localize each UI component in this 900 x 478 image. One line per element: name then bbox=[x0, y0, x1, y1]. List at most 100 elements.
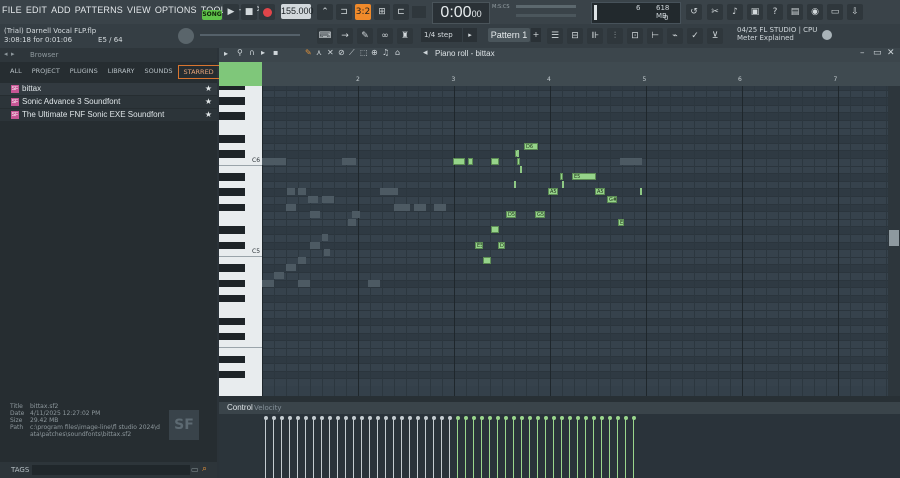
black-key[interactable] bbox=[219, 355, 245, 364]
velocity-bar[interactable] bbox=[303, 416, 308, 478]
browser-item[interactable]: SF bittax ★ bbox=[0, 83, 217, 95]
velocity-bar[interactable] bbox=[623, 416, 628, 478]
tab-starred[interactable]: STARRED bbox=[177, 65, 220, 79]
slice-icon[interactable]: ⟋ bbox=[349, 48, 355, 58]
velocity-bar[interactable] bbox=[431, 416, 436, 478]
velocity-bar[interactable] bbox=[383, 416, 388, 478]
velocity-bar[interactable] bbox=[503, 416, 508, 478]
add-pattern-icon[interactable]: + bbox=[531, 28, 541, 42]
tab-library[interactable]: LIBRARY bbox=[103, 64, 140, 79]
velocity-bar[interactable] bbox=[343, 416, 348, 478]
velocity-bar[interactable] bbox=[271, 416, 276, 478]
star-icon[interactable]: ★ bbox=[205, 109, 212, 121]
note[interactable] bbox=[468, 158, 473, 165]
browser-back-icon[interactable]: ◂ bbox=[4, 50, 8, 58]
piano-roll-corner[interactable] bbox=[219, 62, 262, 86]
pencil-icon[interactable]: ✎ bbox=[357, 28, 373, 44]
close-icon[interactable]: ✕ bbox=[887, 48, 895, 58]
plugin-icon[interactable]: ▤ bbox=[787, 4, 803, 20]
delete-icon[interactable]: ✕ bbox=[327, 48, 334, 57]
options-arrow-icon[interactable]: ▸ bbox=[224, 49, 228, 58]
note[interactable]: G#5 bbox=[607, 196, 617, 203]
save-icon[interactable]: ▣ bbox=[747, 4, 763, 20]
velocity-bar[interactable] bbox=[375, 416, 380, 478]
tuner-icon[interactable]: ⌁ bbox=[667, 28, 683, 44]
note[interactable]: E5 bbox=[475, 241, 483, 249]
velocity-bar[interactable] bbox=[423, 416, 428, 478]
menu-patterns[interactable]: PATTERNS bbox=[75, 5, 123, 15]
velocity-bar[interactable] bbox=[407, 416, 412, 478]
mute-icon[interactable]: ⊘ bbox=[338, 48, 345, 57]
velocity-bar[interactable] bbox=[575, 416, 580, 478]
note[interactable] bbox=[560, 173, 563, 181]
velocity-bar[interactable] bbox=[559, 416, 564, 478]
piano-keyboard[interactable]: C6 C5 bbox=[219, 86, 262, 396]
velocity-panel[interactable] bbox=[219, 414, 900, 478]
undo-icon[interactable]: ↺ bbox=[686, 4, 702, 20]
note[interactable] bbox=[491, 158, 499, 165]
black-key[interactable] bbox=[219, 317, 245, 326]
snap-select[interactable]: 1/4 step bbox=[421, 28, 462, 42]
velocity-bar[interactable] bbox=[631, 416, 636, 478]
export-icon[interactable]: ⇩ bbox=[847, 4, 863, 20]
note[interactable]: G5 bbox=[535, 211, 545, 219]
velocity-bar[interactable] bbox=[367, 416, 372, 478]
maximize-icon[interactable]: ▭ bbox=[873, 48, 882, 58]
black-key[interactable] bbox=[219, 135, 245, 143]
pitch-slider[interactable] bbox=[200, 34, 300, 36]
metronome-icon[interactable]: ⌃ bbox=[317, 4, 333, 20]
search-icon[interactable]: ⌕ bbox=[202, 464, 207, 474]
browser-item[interactable]: SF The Ultimate FNF Sonic EXE Soundfont ★ bbox=[0, 109, 217, 121]
note[interactable]: D5 bbox=[498, 241, 505, 249]
select-icon[interactable]: ⬚ bbox=[360, 48, 368, 57]
menu-file[interactable]: FILE bbox=[2, 5, 22, 15]
velocity-bar[interactable] bbox=[551, 416, 556, 478]
vertical-scrollbar[interactable] bbox=[888, 86, 900, 396]
velocity-bar[interactable] bbox=[447, 416, 452, 478]
black-key[interactable] bbox=[219, 264, 245, 272]
velocity-bar[interactable] bbox=[327, 416, 332, 478]
vertical-scroll-thumb[interactable] bbox=[889, 230, 899, 246]
paint-icon[interactable]: ⋏ bbox=[316, 48, 322, 57]
pattern-prev-icon[interactable]: ▸ bbox=[463, 28, 477, 42]
note[interactable] bbox=[491, 226, 499, 234]
note[interactable]: D5 bbox=[506, 211, 516, 219]
link-icon[interactable]: ∞ bbox=[377, 28, 393, 44]
stop-icon[interactable]: ■ bbox=[241, 4, 257, 20]
tab-sounds[interactable]: SOUNDS bbox=[140, 64, 178, 79]
black-key[interactable] bbox=[219, 241, 245, 250]
playlist-icon[interactable]: ☰ bbox=[547, 28, 563, 44]
velocity-bar[interactable] bbox=[415, 416, 420, 478]
velocity-bar[interactable] bbox=[591, 416, 596, 478]
pick-icon[interactable]: ✓ bbox=[687, 28, 703, 44]
zoom-icon[interactable]: ⊕ bbox=[371, 48, 378, 57]
velocity-bar[interactable] bbox=[311, 416, 316, 478]
tab-project[interactable]: PROJECT bbox=[27, 64, 65, 79]
velocity-bar[interactable] bbox=[599, 416, 604, 478]
blend-notes-icon[interactable] bbox=[412, 6, 426, 18]
menu-view[interactable]: VIEW bbox=[127, 5, 151, 15]
velocity-bar[interactable] bbox=[511, 416, 516, 478]
black-key[interactable] bbox=[219, 150, 245, 158]
cut-icon[interactable]: ✂ bbox=[707, 4, 723, 20]
velocity-bar[interactable] bbox=[615, 416, 620, 478]
typing-keyboard-icon[interactable]: ⌨ bbox=[317, 28, 333, 44]
velocity-bar[interactable] bbox=[543, 416, 548, 478]
velocity-bar[interactable] bbox=[487, 416, 492, 478]
velocity-bar[interactable] bbox=[567, 416, 572, 478]
tags-input[interactable] bbox=[32, 465, 190, 475]
globe-icon[interactable] bbox=[822, 30, 832, 40]
step-icon[interactable]: ▪ bbox=[273, 48, 278, 57]
note[interactable] bbox=[483, 256, 491, 264]
velocity-bar[interactable] bbox=[439, 416, 444, 478]
note[interactable] bbox=[517, 158, 520, 165]
velocity-bar[interactable] bbox=[479, 416, 484, 478]
short-note[interactable] bbox=[514, 180, 516, 188]
pattern-selector[interactable]: Pattern 1 bbox=[488, 28, 530, 42]
draw-pencil-icon[interactable]: ✎ bbox=[305, 48, 312, 57]
microphone-icon[interactable]: ♪ bbox=[727, 4, 743, 20]
cart-icon[interactable]: ⊻ bbox=[707, 28, 723, 44]
browser-item[interactable]: SF Sonic Advance 3 Soundfont ★ bbox=[0, 96, 217, 108]
channel-rack-icon[interactable]: ⊟ bbox=[567, 28, 583, 44]
short-note[interactable] bbox=[640, 188, 642, 196]
